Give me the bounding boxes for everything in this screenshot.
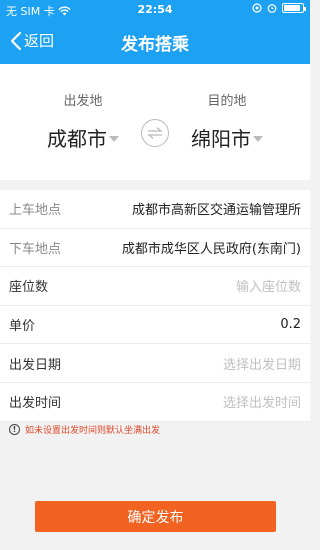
time-row[interactable]: 出发时间 选择出发时间 bbox=[0, 383, 310, 422]
destination-city-selector[interactable]: 绵阳市 bbox=[191, 123, 263, 152]
seats-row: 座位数 输入座位数 bbox=[0, 267, 310, 306]
info-icon: ! bbox=[9, 424, 20, 435]
notice: ! 如未设置出发时间则默认坐满出发 bbox=[9, 423, 160, 436]
price-label: 单价 bbox=[9, 319, 36, 335]
price-row: 单价 0.2 bbox=[0, 306, 310, 345]
pickup-row[interactable]: 上车地点 成都市高新区交通运输管理所 bbox=[0, 190, 310, 229]
pickup-value: 成都市高新区交通运输管理所 bbox=[131, 203, 301, 219]
status-right bbox=[252, 3, 306, 13]
date-label: 出发日期 bbox=[9, 357, 62, 373]
nav-bar: 返回 发布搭乘 bbox=[0, 20, 310, 64]
page-title: 发布搭乘 bbox=[121, 35, 189, 55]
battery-icon bbox=[282, 3, 306, 13]
dropoff-label: 下车地点 bbox=[9, 241, 62, 257]
destination-block: 目的地 绵阳市 bbox=[172, 90, 282, 152]
submit-button[interactable]: 确定发布 bbox=[35, 501, 276, 532]
swap-arrows-icon bbox=[147, 127, 163, 139]
date-picker[interactable]: 选择出发日期 bbox=[89, 354, 301, 373]
dropdown-triangle-icon bbox=[109, 135, 119, 142]
date-row[interactable]: 出发日期 选择出发日期 bbox=[0, 344, 310, 383]
departure-city-selector[interactable]: 成都市 bbox=[47, 123, 119, 152]
ride-form: 上车地点 成都市高新区交通运输管理所 下车地点 成都市成华区人民政府(东南门) … bbox=[0, 190, 310, 422]
route-panel: 出发地 成都市 目的地 绵阳市 bbox=[0, 64, 310, 180]
departure-label: 出发地 bbox=[63, 94, 103, 109]
seats-input[interactable]: 输入座位数 bbox=[89, 276, 301, 295]
seats-label: 座位数 bbox=[9, 280, 49, 296]
dropoff-row[interactable]: 下车地点 成都市成华区人民政府(东南门) bbox=[0, 229, 310, 268]
destination-city: 绵阳市 bbox=[191, 127, 251, 151]
location-icon bbox=[252, 3, 262, 13]
dropoff-value: 成都市成华区人民政府(东南门) bbox=[121, 241, 301, 257]
swap-cities-button[interactable] bbox=[141, 119, 169, 147]
alarm-icon bbox=[267, 4, 277, 13]
departure-block: 出发地 成都市 bbox=[28, 90, 138, 152]
time-picker[interactable]: 选择出发时间 bbox=[89, 392, 301, 411]
destination-label: 目的地 bbox=[207, 94, 247, 109]
status-bar: 无 SIM 卡 22:54 bbox=[0, 0, 310, 20]
notice-text: 如未设置出发时间则默认坐满出发 bbox=[25, 426, 161, 436]
price-input[interactable]: 0.2 bbox=[89, 317, 301, 332]
dropdown-triangle-icon bbox=[253, 135, 263, 142]
pickup-label: 上车地点 bbox=[9, 203, 62, 219]
time-label: 出发时间 bbox=[9, 396, 62, 412]
departure-city: 成都市 bbox=[47, 127, 107, 151]
